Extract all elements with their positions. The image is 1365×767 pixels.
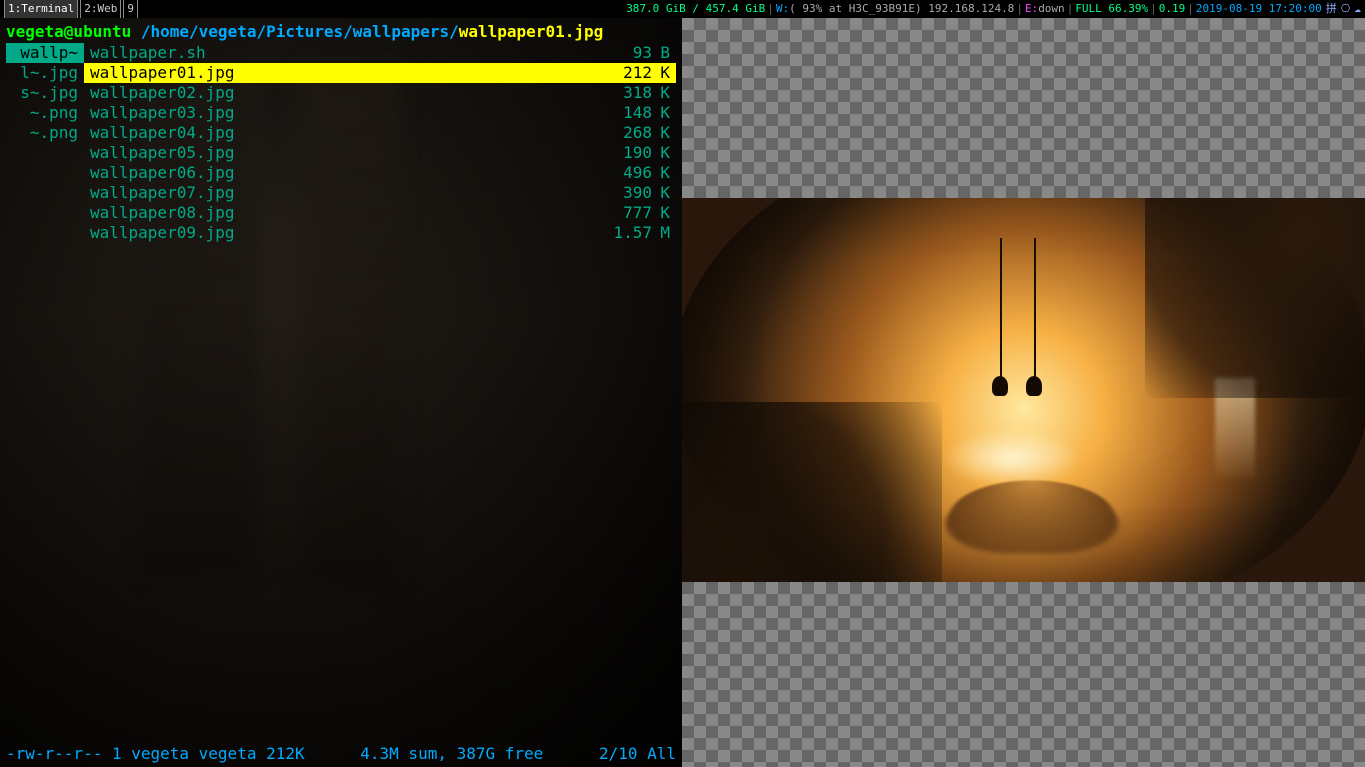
separator: | <box>1016 0 1023 18</box>
ime-tray-icon[interactable]: 拼 <box>1326 0 1337 18</box>
main-area: vegeta@ubuntu /home/vegeta/Pictures/wall… <box>0 18 1365 767</box>
file-name: wallpaper07.jpg <box>84 183 235 203</box>
list-position: 2/10 All <box>599 744 676 763</box>
file-row[interactable]: wallpaper06.jpg 496K <box>84 163 676 183</box>
file-size: 268 <box>602 123 652 143</box>
file-name: wallpaper04.jpg <box>84 123 235 143</box>
parent-dir-item[interactable]: ~.png <box>6 123 84 143</box>
file-name: wallpaper05.jpg <box>84 143 235 163</box>
file-size-unit: K <box>652 183 676 203</box>
file-name: wallpaper02.jpg <box>84 83 235 103</box>
file-size-unit: K <box>652 143 676 163</box>
preview-pane <box>682 18 1365 767</box>
parent-dir-item[interactable]: ~.png <box>6 103 84 123</box>
file-row[interactable]: wallpaper07.jpg 390K <box>84 183 676 203</box>
file-size: 148 <box>602 103 652 123</box>
image-preview <box>682 198 1365 582</box>
file-list[interactable]: wallpaper.sh93Bwallpaper01.jpg212Kwallpa… <box>84 43 676 243</box>
file-size-unit: K <box>652 123 676 143</box>
file-row[interactable]: wallpaper02.jpg 318K <box>84 83 676 103</box>
file-name: wallpaper08.jpg <box>84 203 235 223</box>
file-row[interactable]: wallpaper01.jpg 212K <box>84 63 676 83</box>
file-row[interactable]: wallpaper03.jpg 148K <box>84 103 676 123</box>
current-path: /home/vegeta/Pictures/wallpapers/ <box>131 22 459 41</box>
separator: | <box>1067 0 1074 18</box>
parent-dir-item[interactable]: wallp~ <box>6 43 84 63</box>
file-name: wallpaper.sh <box>84 43 206 63</box>
status-bar: 1:Terminal2:Web9 387.0 GiB / 457.4 GiB |… <box>0 0 1365 18</box>
file-size-unit: K <box>652 163 676 183</box>
file-size-unit: M <box>652 223 676 243</box>
wifi-status: ( 93% at H3C_93B91E) 192.168.124.8 <box>789 0 1014 18</box>
workspace-tab[interactable]: 9 <box>123 0 138 19</box>
file-row[interactable]: wallpaper.sh 93B <box>84 43 676 63</box>
file-permissions: -rw-r--r-- 1 vegeta vegeta 212K <box>6 744 305 763</box>
status-right: 387.0 GiB / 457.4 GiB | W: ( 93% at H3C_… <box>626 0 1365 18</box>
workspace-tabs: 1:Terminal2:Web9 <box>0 0 138 19</box>
file-size-unit: K <box>652 203 676 223</box>
wifi-label: W: <box>776 0 789 18</box>
parent-dir-item[interactable]: s~.jpg <box>6 83 84 103</box>
sync-tray-icon[interactable]: ☁ <box>1354 0 1361 18</box>
file-row[interactable]: wallpaper08.jpg 777K <box>84 203 676 223</box>
file-row[interactable]: wallpaper05.jpg 190K <box>84 143 676 163</box>
workspace-tab[interactable]: 2:Web <box>80 0 121 19</box>
file-size-unit: B <box>652 43 676 63</box>
path-header: vegeta@ubuntu /home/vegeta/Pictures/wall… <box>0 18 682 43</box>
file-name: wallpaper06.jpg <box>84 163 235 183</box>
file-size: 212 <box>602 63 652 83</box>
file-name: wallpaper09.jpg <box>84 223 235 243</box>
file-size: 390 <box>602 183 652 203</box>
file-size: 1.57 <box>602 223 652 243</box>
file-size-unit: K <box>652 83 676 103</box>
file-name: wallpaper03.jpg <box>84 103 235 123</box>
parent-dir-item[interactable]: l~.jpg <box>6 63 84 83</box>
eth-status: down <box>1038 0 1065 18</box>
datetime: 2019-08-19 17:20:00 <box>1196 0 1322 18</box>
file-size-unit: K <box>652 63 676 83</box>
file-size: 190 <box>602 143 652 163</box>
file-size-unit: K <box>652 103 676 123</box>
eth-label: E: <box>1025 0 1038 18</box>
load-avg: 0.19 <box>1159 0 1186 18</box>
file-size: 93 <box>602 43 652 63</box>
disk-usage: 387.0 GiB / 457.4 GiB <box>626 0 765 18</box>
parent-column[interactable]: wallp~l~.jpgs~.jpg~.png~.png <box>6 43 84 243</box>
dir-summary: 4.3M sum, 387G free <box>305 744 599 763</box>
workspace-tab[interactable]: 1:Terminal <box>4 0 78 19</box>
keyboard-tray-icon[interactable]: ⎔ <box>1341 0 1351 18</box>
separator: | <box>1187 0 1194 18</box>
file-size: 318 <box>602 83 652 103</box>
file-row[interactable]: wallpaper09.jpg 1.57M <box>84 223 676 243</box>
file-row[interactable]: wallpaper04.jpg 268K <box>84 123 676 143</box>
file-browser: wallp~l~.jpgs~.jpg~.png~.png wallpaper.s… <box>0 43 682 243</box>
battery-status: FULL 66.39% <box>1075 0 1148 18</box>
user-host: vegeta@ubuntu <box>6 22 131 41</box>
file-size: 496 <box>602 163 652 183</box>
file-manager-pane[interactable]: vegeta@ubuntu /home/vegeta/Pictures/wall… <box>0 18 682 767</box>
separator: | <box>1150 0 1157 18</box>
status-line: -rw-r--r-- 1 vegeta vegeta 212K 4.3M sum… <box>0 742 682 767</box>
separator: | <box>767 0 774 18</box>
file-name: wallpaper01.jpg <box>84 63 235 83</box>
current-file: wallpaper01.jpg <box>459 22 604 41</box>
file-size: 777 <box>602 203 652 223</box>
